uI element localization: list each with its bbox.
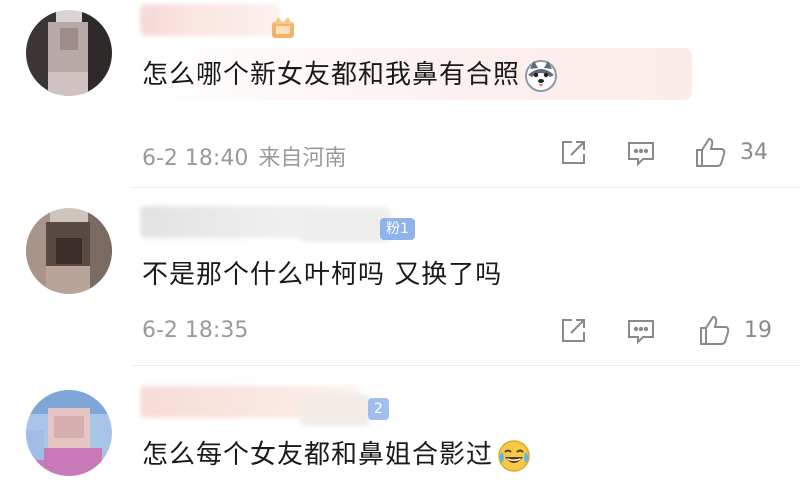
avatar[interactable] xyxy=(26,390,112,476)
fan-level-badge: 2 xyxy=(368,398,389,420)
share-icon[interactable] xyxy=(558,316,588,346)
fan-level-badge: 粉1 xyxy=(380,218,415,240)
comment-icon[interactable] xyxy=(626,316,656,346)
comment-date: 6-2 18:40 xyxy=(142,146,249,171)
comment-icon[interactable] xyxy=(626,138,656,168)
comment-item: 怎么哪个新女友都和我鼻有合照 6-2 18:40 来自河南 34 xyxy=(0,0,800,188)
share-icon[interactable] xyxy=(558,138,588,168)
thumbs-up-icon[interactable] xyxy=(698,314,732,348)
comment-text-body: 怎么哪个新女友都和我鼻有合照 xyxy=(142,60,521,90)
comment-location: 来自河南 xyxy=(258,146,347,171)
comment-meta: 6-2 18:40 来自河南 xyxy=(142,140,356,172)
comment-text-body: 怎么每个女友都和鼻姐合影过 xyxy=(142,440,494,470)
username-blurred-extra xyxy=(300,210,390,242)
comment-text: 怎么每个女友都和鼻姐合影过 xyxy=(142,438,531,473)
like-count: 19 xyxy=(744,318,772,343)
vip-badge-icon xyxy=(270,14,296,40)
avatar[interactable] xyxy=(26,208,112,294)
thumbs-up-icon[interactable] xyxy=(694,136,728,170)
comment-date: 6-2 18:35 xyxy=(142,318,249,343)
comment-text: 不是那个什么叶柯吗 又换了吗 xyxy=(142,260,503,290)
comment-item: 粉1 不是那个什么叶柯吗 又换了吗 6-2 18:35 19 xyxy=(0,188,800,366)
username-blurred-extra xyxy=(300,394,370,426)
comment-item: 2 怎么每个女友都和鼻姐合影过 xyxy=(0,366,800,478)
laughing-crying-emoji xyxy=(497,439,531,473)
username-blurred[interactable] xyxy=(140,4,280,36)
avatar[interactable] xyxy=(26,10,112,96)
comment-meta: 6-2 18:35 xyxy=(142,318,258,343)
husky-dog-emoji xyxy=(524,59,558,93)
like-count: 34 xyxy=(740,140,768,165)
comment-text: 怎么哪个新女友都和我鼻有合照 xyxy=(142,58,558,93)
